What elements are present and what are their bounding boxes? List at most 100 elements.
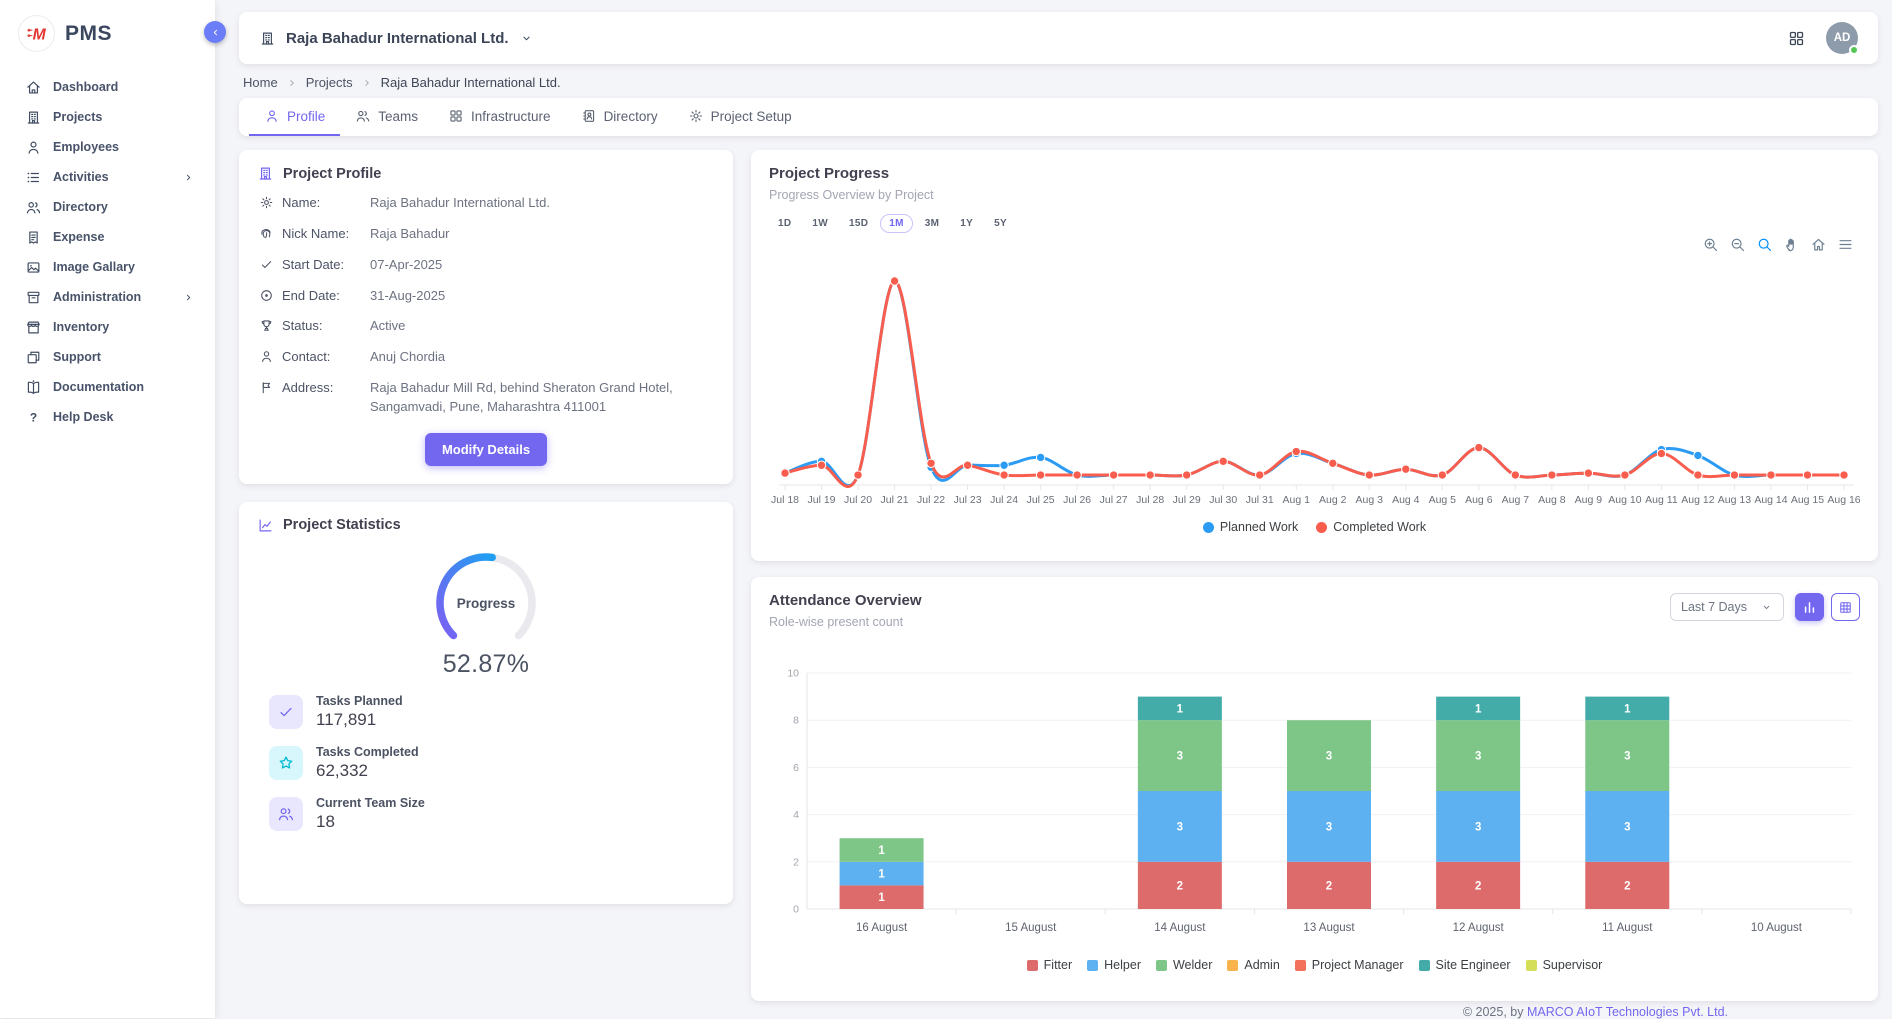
marker-planned-work[interactable] <box>1036 453 1044 461</box>
marker-completed-work[interactable] <box>1767 471 1775 479</box>
marker-completed-work[interactable] <box>1182 471 1190 479</box>
toolbar-zoom-out-button[interactable] <box>1729 236 1746 253</box>
legend-fitter[interactable]: Fitter <box>1027 958 1072 972</box>
bar-chart-legend: Fitter Helper Welder Admin Project Manag… <box>769 958 1860 972</box>
home-icon <box>25 79 42 96</box>
profile-row-value: Active <box>354 316 715 336</box>
tab-infrastructure[interactable]: Infrastructure <box>433 98 566 136</box>
marker-completed-work[interactable] <box>1329 459 1337 467</box>
marker-completed-work[interactable] <box>1036 471 1044 479</box>
table-view-button[interactable] <box>1831 593 1860 621</box>
marker-completed-work[interactable] <box>1694 471 1702 479</box>
date-filter-select[interactable]: Last 7 Days <box>1670 593 1784 621</box>
footer-company-link[interactable]: MARCO AIoT Technologies Pvt. Ltd. <box>1527 1005 1728 1019</box>
sidebar-item-documentation[interactable]: Documentation <box>0 372 215 402</box>
legend-project-manager[interactable]: Project Manager <box>1295 958 1404 972</box>
marker-completed-work[interactable] <box>1438 471 1446 479</box>
sidebar-item-projects[interactable]: Projects <box>0 102 215 132</box>
progress-line-chart[interactable]: Jul 18Jul 19Jul 20Jul 21Jul 22Jul 23Jul … <box>769 249 1860 513</box>
marker-planned-work[interactable] <box>1000 461 1008 469</box>
marker-completed-work[interactable] <box>817 461 825 469</box>
range-1y-button[interactable]: 1Y <box>951 214 982 233</box>
range-1m-button[interactable]: 1M <box>880 214 913 233</box>
avatar[interactable]: AD <box>1826 22 1858 54</box>
sidebar-item-employees[interactable]: Employees <box>0 132 215 162</box>
marker-completed-work[interactable] <box>1511 471 1519 479</box>
marker-completed-work[interactable] <box>1365 471 1373 479</box>
toolbar-home-button[interactable] <box>1810 236 1827 253</box>
sidebar-item-label: Support <box>53 350 101 364</box>
fingerprint-icon <box>259 226 274 241</box>
range-1d-button[interactable]: 1D <box>769 214 800 233</box>
legend-completed-work[interactable]: Completed Work <box>1316 520 1426 534</box>
sidebar-item-inventory[interactable]: Inventory <box>0 312 215 342</box>
range-1w-button[interactable]: 1W <box>803 214 837 233</box>
toolbar-zoom-in-button[interactable] <box>1702 236 1719 253</box>
profile-row-contact: Contact: Anuj Chordia <box>257 347 715 367</box>
toolbar-menu-button[interactable] <box>1837 236 1854 253</box>
tab-directory[interactable]: Directory <box>566 98 673 136</box>
range-3m-button[interactable]: 3M <box>916 214 949 233</box>
legend-admin[interactable]: Admin <box>1227 958 1279 972</box>
bar-view-button[interactable] <box>1795 593 1824 621</box>
sidebar-item-dashboard[interactable]: Dashboard <box>0 72 215 102</box>
modify-details-button[interactable]: Modify Details <box>425 433 547 466</box>
marker-completed-work[interactable] <box>1256 471 1264 479</box>
marker-completed-work[interactable] <box>1584 469 1592 477</box>
sidebar-collapse-button[interactable] <box>204 21 226 43</box>
marker-completed-work[interactable] <box>1219 457 1227 465</box>
tab-project-setup[interactable]: Project Setup <box>673 98 807 136</box>
marker-completed-work[interactable] <box>890 277 898 285</box>
legend-site-engineer[interactable]: Site Engineer <box>1419 958 1511 972</box>
marker-completed-work[interactable] <box>781 469 789 477</box>
marker-completed-work[interactable] <box>1073 471 1081 479</box>
marker-completed-work[interactable] <box>1146 471 1154 479</box>
sidebar-item-image-gallary[interactable]: Image Gallary <box>0 252 215 282</box>
marker-completed-work[interactable] <box>1840 471 1848 479</box>
marker-completed-work[interactable] <box>1000 471 1008 479</box>
progress-gauge: Progress 52.87% <box>257 546 715 679</box>
marker-completed-work[interactable] <box>963 461 971 469</box>
toolbar-selection-zoom-button[interactable] <box>1756 236 1773 253</box>
range-5y-button[interactable]: 5Y <box>985 214 1016 233</box>
marker-completed-work[interactable] <box>1475 443 1483 451</box>
range-15d-button[interactable]: 15D <box>840 214 877 233</box>
tab-teams[interactable]: Teams <box>340 98 433 136</box>
users-icon <box>277 805 295 823</box>
marker-planned-work[interactable] <box>1694 451 1702 459</box>
x-axis-label: Jul 21 <box>881 494 909 506</box>
legend-supervisor[interactable]: Supervisor <box>1526 958 1603 972</box>
chev-right-icon <box>360 76 374 90</box>
sidebar-item-administration[interactable]: Administration <box>0 282 215 312</box>
sidebar-item-support[interactable]: Support <box>0 342 215 372</box>
apps-grid-button[interactable] <box>1787 29 1806 48</box>
marker-completed-work[interactable] <box>1621 471 1629 479</box>
toolbar-pan-button[interactable] <box>1783 236 1800 253</box>
company-selector[interactable]: Raja Bahadur International Ltd. <box>259 30 1787 47</box>
sidebar-item-help-desk[interactable]: ? Help Desk <box>0 402 215 432</box>
profile-row-label: Start Date: <box>282 255 354 275</box>
sidebar-item-expense[interactable]: Expense <box>0 222 215 252</box>
marker-completed-work[interactable] <box>854 471 862 479</box>
legend-helper[interactable]: Helper <box>1087 958 1141 972</box>
marker-completed-work[interactable] <box>1109 471 1117 479</box>
tab-profile[interactable]: Profile <box>249 98 340 136</box>
app-logo[interactable]: M PMS <box>0 0 215 56</box>
legend-planned-work[interactable]: Planned Work <box>1203 520 1298 534</box>
marker-completed-work[interactable] <box>1803 471 1811 479</box>
breadcrumb-home[interactable]: Home <box>243 75 278 90</box>
sidebar-item-directory[interactable]: Directory <box>0 192 215 222</box>
marker-completed-work[interactable] <box>927 459 935 467</box>
sidebar-item-activities[interactable]: Activities <box>0 162 215 192</box>
legend-welder[interactable]: Welder <box>1156 958 1212 972</box>
marker-completed-work[interactable] <box>1657 449 1665 457</box>
marker-completed-work[interactable] <box>1402 465 1410 473</box>
marker-completed-work[interactable] <box>1292 447 1300 455</box>
attendance-bar-chart[interactable]: 024681011116 August15 August233114 Augus… <box>769 647 1860 945</box>
breadcrumb-projects[interactable]: Projects <box>306 75 353 90</box>
breadcrumb-raja-bahadur-international-ltd[interactable]: Raja Bahadur International Ltd. <box>381 75 561 90</box>
profile-row-value: Raja Bahadur <box>354 224 715 244</box>
chev-right-icon <box>285 76 299 90</box>
marker-completed-work[interactable] <box>1730 471 1738 479</box>
marker-completed-work[interactable] <box>1548 471 1556 479</box>
